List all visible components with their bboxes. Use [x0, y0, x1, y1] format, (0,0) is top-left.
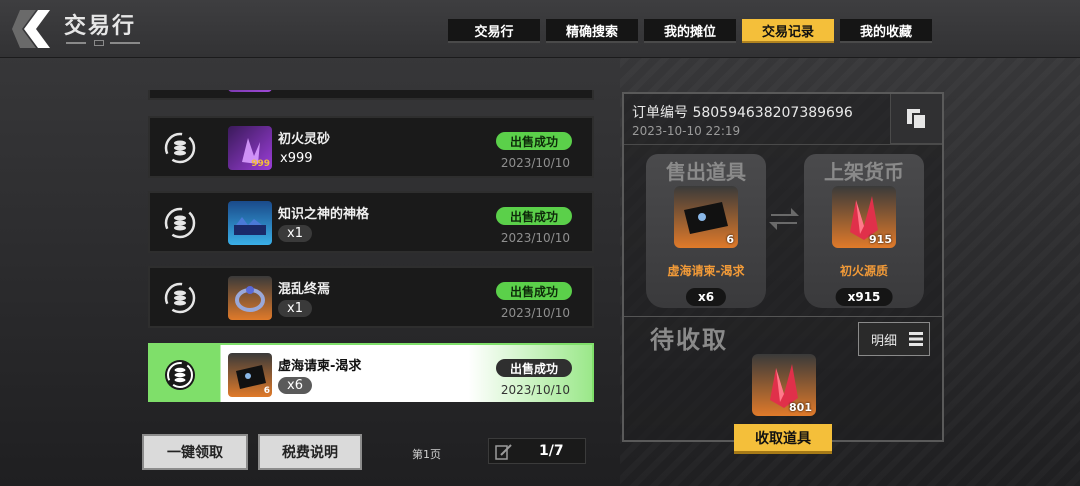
page-selector[interactable]: 1/7 — [488, 438, 586, 464]
status-badge: 出售成功 — [496, 359, 572, 377]
blue-relic-icon — [228, 201, 272, 245]
record-list: 999 初火灵砂 x999 出售成功 2023/10/10 知识之神的神格 x1… — [148, 90, 596, 402]
copy-icon — [907, 109, 927, 130]
ring-icon — [228, 276, 272, 320]
sold-item-title: 售出道具 — [666, 160, 746, 184]
tab-my-favorites[interactable]: 我的收藏 — [840, 19, 932, 43]
sold-item-box: 售出道具 6 虚海请柬-渴求 x6 — [646, 154, 766, 308]
list-item-selected[interactable]: 6 虚海请柬-渴求 x6 出售成功 2023/10/10 — [148, 343, 594, 402]
trade-date: 2023/10/10 — [500, 156, 570, 170]
trade-date: 2023/10/10 — [500, 231, 570, 245]
purple-crystal-icon: 999 — [228, 126, 272, 170]
item-quantity: x999 — [280, 151, 313, 166]
list-item[interactable]: 999 初火灵砂 x999 出售成功 2023/10/10 — [148, 116, 594, 178]
divider — [624, 316, 942, 317]
top-bar: 交易行 交易行 精确搜索 我的摊位 交易记录 我的收藏 — [0, 0, 1080, 58]
red-crystal-icon[interactable]: 801 — [752, 354, 816, 416]
tab-precise-search[interactable]: 精确搜索 — [546, 19, 638, 43]
black-card-icon[interactable]: 6 — [674, 186, 738, 248]
menu-icon — [909, 332, 923, 346]
list-item[interactable] — [148, 90, 594, 100]
purple-item-icon — [228, 90, 272, 92]
item-quantity: x6 — [278, 377, 312, 394]
listed-currency-quantity: x915 — [835, 288, 893, 306]
sold-item-name: 虚海请柬-渴求 — [667, 264, 745, 278]
item-name: 混乱终焉 — [278, 282, 331, 297]
recycle-icon — [164, 207, 196, 239]
recycle-icon — [165, 360, 195, 390]
recycle-icon — [164, 132, 196, 164]
tab-trade-records[interactable]: 交易记录 — [742, 19, 834, 43]
item-quantity: x1 — [278, 225, 312, 242]
listed-currency-name: 初火源质 — [839, 264, 888, 278]
black-card-icon: 6 — [228, 353, 272, 397]
status-badge: 出售成功 — [496, 207, 572, 225]
details-label: 明细 — [871, 333, 898, 349]
back-button[interactable] — [10, 6, 56, 52]
status-badge: 出售成功 — [496, 132, 572, 150]
copy-button[interactable] — [890, 94, 942, 144]
divider — [624, 144, 942, 145]
red-crystal-icon[interactable]: 915 — [832, 186, 896, 248]
order-number: 订单编号 580594638207389696 — [632, 105, 853, 121]
edit-icon — [495, 444, 512, 460]
page-label: 第1页 — [412, 448, 441, 461]
list-item[interactable]: 混乱终焉 x1 出售成功 2023/10/10 — [148, 266, 594, 328]
pending-title: 待收取 — [650, 326, 728, 354]
recycle-icon — [164, 282, 196, 314]
sold-item-quantity: x6 — [685, 288, 727, 306]
swap-arrows-icon — [769, 208, 799, 230]
item-name: 初火灵砂 — [278, 132, 331, 147]
order-time: 2023-10-10 22:19 — [632, 124, 741, 138]
trade-date: 2023/10/10 — [500, 306, 570, 320]
listed-currency-box: 上架货币 915 初火源质 x915 — [804, 154, 924, 308]
page-title: 交易行 — [64, 14, 137, 39]
list-item[interactable]: 知识之神的神格 x1 出售成功 2023/10/10 — [148, 191, 594, 253]
claim-all-button[interactable]: 一键领取 — [142, 434, 248, 470]
status-badge: 出售成功 — [496, 282, 572, 300]
tab-market[interactable]: 交易行 — [448, 19, 540, 43]
details-button[interactable]: 明细 — [858, 322, 930, 356]
listed-currency-title: 上架货币 — [824, 160, 904, 184]
tab-bar: 交易行 精确搜索 我的摊位 交易记录 我的收藏 — [448, 19, 932, 43]
tab-my-stall[interactable]: 我的摊位 — [644, 19, 736, 43]
item-name: 虚海请柬-渴求 — [278, 359, 362, 374]
collect-items-button[interactable]: 收取道具 — [734, 424, 832, 454]
page-indicator: 1/7 — [539, 443, 564, 459]
item-quantity: x1 — [278, 300, 312, 317]
back-arrow-icon — [12, 10, 50, 48]
trade-date: 2023/10/10 — [500, 383, 570, 397]
item-name: 知识之神的神格 — [278, 207, 370, 222]
order-detail-panel: 订单编号 580594638207389696 2023-10-10 22:19… — [622, 92, 944, 454]
tax-info-button[interactable]: 税费说明 — [258, 434, 362, 470]
title-decoration — [66, 40, 144, 48]
